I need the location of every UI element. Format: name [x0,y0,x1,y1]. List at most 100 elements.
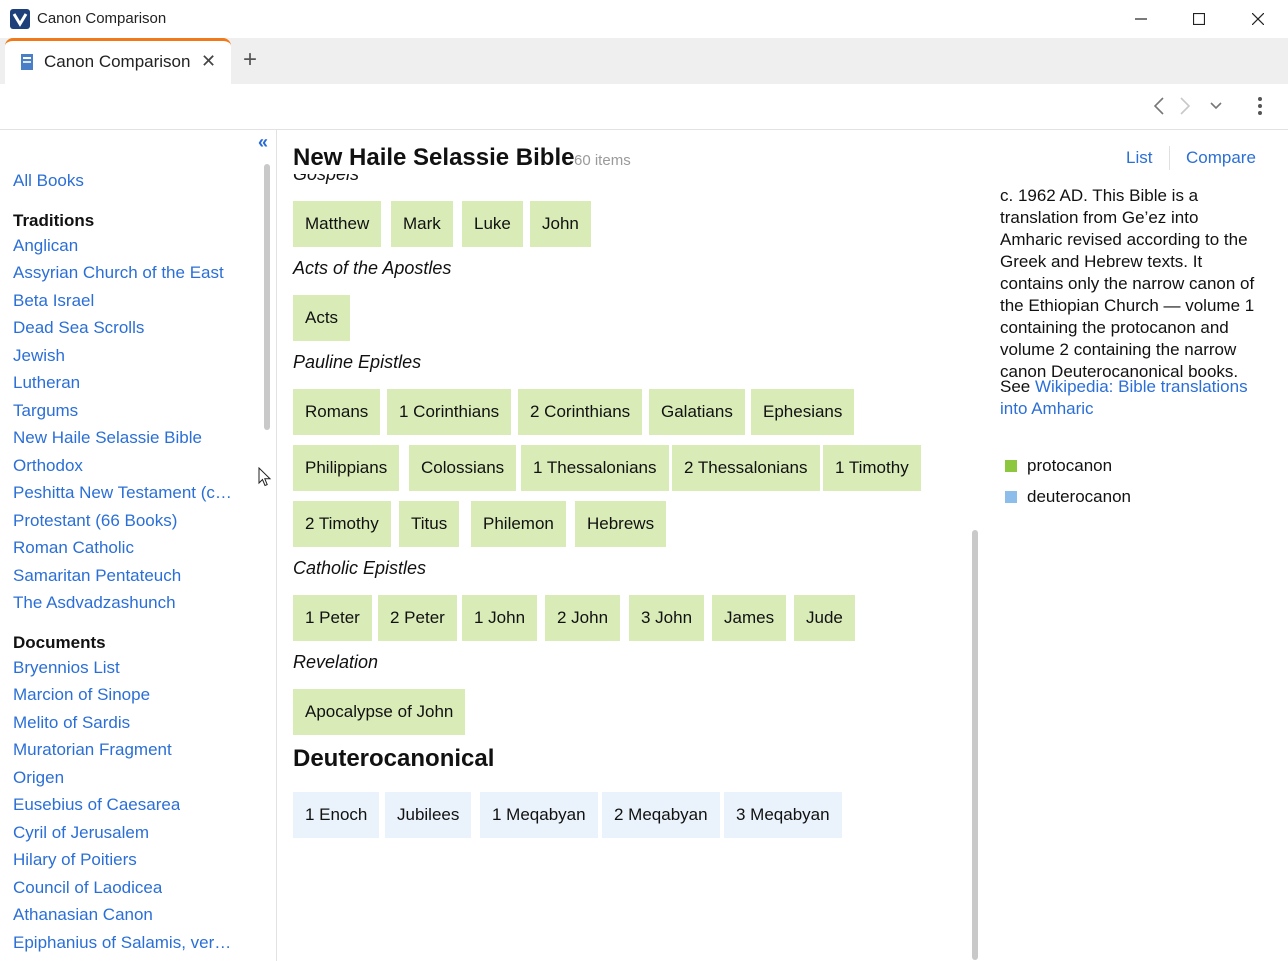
book-chip[interactable]: Matthew [293,201,382,247]
page-title: New Haile Selassie Bible [293,144,575,171]
book-chip[interactable]: Apocalypse of John [293,689,466,735]
app-logo-icon [10,9,30,29]
book-chip[interactable]: Acts [293,295,351,341]
group-label: Catholic Epistles [293,558,427,578]
sidebar-item-tradition[interactable]: Orthodox [13,456,83,476]
book-chip[interactable]: Jude [794,595,855,641]
book-chip[interactable]: John [530,201,591,247]
group-label: Acts of the Apostles [293,258,452,278]
sidebar-item-document[interactable]: Cyril of Jerusalem [13,823,149,843]
see-also: See Wikipedia: Bible translations into A… [1000,376,1262,420]
book-chip-deutero[interactable]: 2 Meqabyan [602,792,720,838]
sidebar-item-document[interactable]: Athanasian Canon [13,905,153,925]
sidebar-item-document[interactable]: Hilary of Poitiers [13,850,137,870]
sidebar-item-document[interactable]: Council of Laodicea [13,878,162,898]
protocanon-swatch [1005,460,1017,472]
legend-protocanon: protocanon [1005,456,1112,476]
bible-description: c. 1962 AD. This Bible is a translation … [1000,186,1255,381]
more-menu-icon[interactable] [1248,94,1272,118]
maximize-button[interactable] [1170,0,1228,38]
sidebar-item-all-books[interactable]: All Books [13,171,84,191]
book-chip[interactable]: 2 Thessalonians [672,445,820,491]
tab-strip: Canon Comparison ✕ + [0,38,1288,84]
book-chip[interactable]: 1 Timothy [823,445,921,491]
sidebar-item-tradition[interactable]: Anglican [13,236,78,256]
view-divider [1169,146,1170,170]
sidebar-item-document[interactable]: Muratorian Fragment [13,740,172,760]
see-prefix: See [1000,377,1035,396]
book-chip[interactable]: Galatians [649,389,745,435]
book-chip[interactable]: 3 John [629,595,705,641]
traditions-heading: Traditions [13,211,95,230]
sidebar-scrollbar[interactable] [264,164,270,430]
mouse-cursor-icon [258,466,272,492]
tab-label: Canon Comparison [44,52,191,71]
book-chip-deutero[interactable]: Jubilees [385,792,472,838]
sidebar-item-document[interactable]: Epiphanius of Salamis, vers… [13,933,233,953]
book-chip[interactable]: Luke [462,201,523,247]
document-icon [18,53,36,71]
sidebar-item-tradition[interactable]: Jewish [13,346,65,366]
book-chip[interactable]: Colossians [409,445,517,491]
collapse-sidebar-icon[interactable]: « [258,132,268,153]
legend-label: deuterocanon [1027,487,1131,506]
documents-heading: Documents [13,633,106,652]
close-window-button[interactable] [1229,0,1287,38]
book-chip[interactable]: 1 Corinthians [387,389,512,435]
sidebar-item-tradition[interactable]: Roman Catholic [13,538,134,558]
history-dropdown-icon[interactable] [1204,94,1228,118]
wikipedia-link[interactable]: Wikipedia: Bible translations into Amhar… [1000,377,1248,418]
legend-label: protocanon [1027,456,1113,475]
book-chip[interactable]: 1 Peter [293,595,372,641]
sidebar-item-tradition[interactable]: Dead Sea Scrolls [13,318,144,338]
book-chip[interactable]: Titus [399,501,460,547]
back-icon[interactable] [1147,94,1171,118]
book-chip[interactable]: 2 Peter [378,595,457,641]
deuterocanonical-heading: Deuterocanonical [293,745,495,772]
book-chip[interactable]: 1 Thessalonians [521,445,669,491]
list-view-link[interactable]: List [1126,148,1152,168]
sidebar-item-tradition[interactable]: Protestant (66 Books) [13,511,177,531]
book-chip-deutero[interactable]: 1 Enoch [293,792,380,838]
sidebar-item-document[interactable]: Origen [13,768,64,788]
book-chip[interactable]: Hebrews [575,501,667,547]
sidebar-item-tradition[interactable]: Peshitta New Testament (ca… [13,483,233,503]
legend-deuterocanon: deuterocanon [1005,487,1131,507]
tab-canon-comparison[interactable]: Canon Comparison ✕ [5,38,231,84]
forward-icon[interactable] [1173,94,1197,118]
book-chip[interactable]: Philippians [293,445,400,491]
book-chip[interactable]: Ephesians [751,389,855,435]
sidebar-item-tradition[interactable]: New Haile Selassie Bible [13,428,202,448]
sidebar-item-tradition[interactable]: Lutheran [13,373,80,393]
book-chip[interactable]: James [712,595,787,641]
book-chip[interactable]: 2 Corinthians [518,389,643,435]
book-chip[interactable]: Philemon [471,501,566,547]
group-label: Pauline Epistles [293,352,422,372]
deuterocanon-swatch [1005,491,1017,503]
title-bar: Canon Comparison [0,0,1288,38]
content-scrollbar[interactable] [972,530,978,960]
book-chip[interactable]: Mark [391,201,453,247]
sidebar-item-tradition[interactable]: Assyrian Church of the East [13,263,224,283]
book-chip-deutero[interactable]: 1 Meqabyan [480,792,598,838]
book-chip-deutero[interactable]: 3 Meqabyan [724,792,842,838]
minimize-button[interactable] [1112,0,1170,38]
sidebar-item-document[interactable]: Marcion of Sinope [13,685,150,705]
close-tab-icon[interactable]: ✕ [201,51,216,72]
book-chip[interactable]: Romans [293,389,381,435]
book-chip[interactable]: 2 Timothy [293,501,391,547]
sidebar-item-tradition[interactable]: Targums [13,401,78,421]
sidebar-item-document[interactable]: Melito of Sardis [13,713,130,733]
sidebar: « All Books Traditions Anglican Assyrian… [0,130,277,961]
compare-view-link[interactable]: Compare [1186,148,1256,168]
item-count: 60 items [574,152,631,169]
new-tab-button[interactable]: + [243,46,257,74]
book-chip[interactable]: 2 John [545,595,621,641]
sidebar-item-document[interactable]: Eusebius of Caesarea [13,795,180,815]
sidebar-item-tradition[interactable]: The Asdvadzashunch [13,593,176,613]
main-panel: Gospels New Haile Selassie Bible 60 item… [278,130,1288,961]
book-chip[interactable]: 1 John [462,595,538,641]
sidebar-item-tradition[interactable]: Beta Israel [13,291,94,311]
sidebar-item-document[interactable]: Bryennios List [13,658,120,678]
sidebar-item-tradition[interactable]: Samaritan Pentateuch [13,566,181,586]
